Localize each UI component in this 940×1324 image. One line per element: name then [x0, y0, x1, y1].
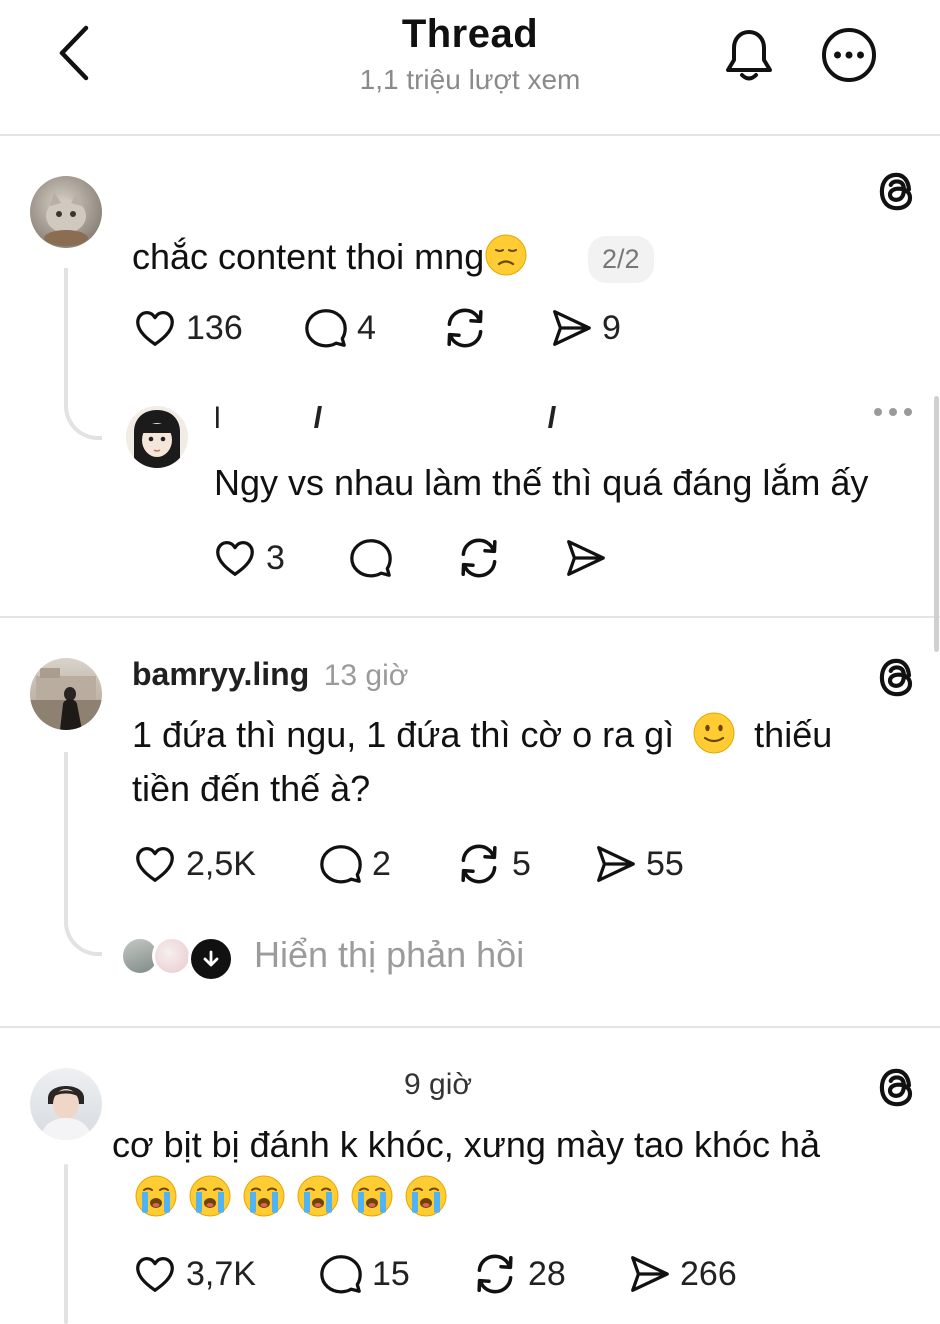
comment-button[interactable]: 2	[318, 838, 391, 890]
crying-face-emoji	[188, 1174, 232, 1218]
more-options-button[interactable]	[818, 26, 880, 88]
more-circle-icon	[822, 28, 876, 82]
threads-logo-icon[interactable]	[872, 652, 922, 702]
threads-logo-icon[interactable]	[872, 1062, 922, 1112]
username[interactable]: bamryy.ling	[132, 656, 309, 692]
repost-button[interactable]	[454, 532, 504, 584]
avatar[interactable]	[30, 658, 102, 730]
comment-button[interactable]: 4	[303, 302, 376, 354]
page-badge: 2/2	[588, 236, 654, 283]
show-replies-link[interactable]: Hiển thị phản hồi	[254, 934, 524, 976]
page-title: Thread	[401, 12, 539, 56]
avatar[interactable]	[30, 176, 102, 248]
send-icon	[626, 1251, 672, 1297]
thread-connector	[64, 752, 102, 956]
like-count: 3	[266, 538, 285, 577]
header-divider	[0, 134, 940, 136]
repost-button[interactable]	[440, 302, 498, 354]
comment-button[interactable]	[348, 532, 394, 584]
heart-icon	[132, 841, 178, 887]
share-button[interactable]: 9	[548, 302, 621, 354]
thread-connector	[64, 1164, 68, 1324]
anime-avatar-image	[134, 410, 180, 468]
like-button[interactable]: 136	[132, 302, 243, 354]
post-text-line-1: cơ bịt bị đánh k khóc, xưng mày tao khóc…	[112, 1124, 821, 1165]
dot	[904, 408, 912, 416]
crying-face-emoji	[404, 1174, 448, 1218]
reply-avatars[interactable]	[120, 934, 260, 982]
like-count: 2,5K	[186, 844, 256, 883]
reply-more-button[interactable]	[874, 408, 912, 416]
person-avatar-image	[40, 1086, 92, 1140]
send-icon	[562, 535, 608, 581]
repost-count: 5	[512, 844, 531, 883]
notification-button[interactable]	[718, 24, 780, 86]
like-button[interactable]: 3	[212, 532, 285, 584]
comment-count: 2	[372, 844, 391, 883]
post-divider	[0, 1026, 940, 1028]
like-button[interactable]: 3,7K	[132, 1248, 256, 1300]
reply-username[interactable]: l	[214, 402, 221, 436]
dot	[889, 408, 897, 416]
emoji-row	[134, 1174, 448, 1218]
repost-icon	[454, 839, 504, 889]
comment-icon	[318, 841, 364, 887]
avatar[interactable]	[30, 1068, 102, 1140]
repost-button[interactable]: 28	[470, 1248, 566, 1300]
repost-button[interactable]: 5	[454, 838, 531, 890]
share-count: 9	[602, 308, 621, 347]
crying-face-emoji	[350, 1174, 394, 1218]
avatar	[152, 936, 192, 976]
like-count: 136	[186, 308, 243, 347]
person-avatar-image	[30, 668, 102, 730]
comment-count: 15	[372, 1254, 410, 1293]
share-button[interactable]: 55	[592, 838, 684, 890]
share-count: 55	[646, 844, 684, 883]
comment-icon	[303, 305, 349, 351]
share-count: 266	[680, 1254, 737, 1293]
post-divider	[0, 616, 940, 618]
repost-icon	[470, 1249, 520, 1299]
repost-count: 28	[528, 1254, 566, 1293]
comment-count: 4	[357, 308, 376, 347]
post-time: 13 giờ	[323, 659, 409, 692]
post-text-line-1: 1 đứa thì ngu, 1 đứa thì cờ o ra gì thiế…	[132, 708, 832, 762]
comment-icon	[348, 535, 394, 581]
crying-face-emoji	[296, 1174, 340, 1218]
threads-logo-icon[interactable]	[872, 166, 922, 216]
share-button[interactable]	[562, 532, 608, 584]
arrow-down-icon	[188, 936, 234, 982]
post-header: bamryy.ling 13 giờ	[132, 656, 408, 693]
avatar[interactable]	[126, 406, 188, 468]
repost-icon	[440, 303, 490, 353]
send-icon	[592, 841, 638, 887]
sad-face-emoji	[484, 233, 528, 277]
comment-icon	[318, 1251, 364, 1297]
post-text: chắc content thoi mng	[132, 230, 592, 284]
send-icon	[548, 305, 594, 351]
reply-text: Ngy vs nhau làm thế thì quá đáng lắm ấy	[214, 462, 869, 503]
thread-connector	[64, 268, 102, 440]
redacted-mark	[314, 406, 322, 428]
heart-icon	[132, 1251, 178, 1297]
comment-button[interactable]: 15	[318, 1248, 410, 1300]
redacted-mark	[548, 406, 556, 428]
like-button[interactable]: 2,5K	[132, 838, 256, 890]
share-button[interactable]: 266	[626, 1248, 737, 1300]
smiling-face-emoji	[692, 711, 736, 755]
scrollbar[interactable]	[934, 396, 939, 652]
view-count: 1,1 triệu lượt xem	[359, 64, 581, 95]
post-text-line-2: tiền đến thế à?	[132, 768, 371, 809]
heart-icon	[212, 535, 258, 581]
crying-face-emoji	[242, 1174, 286, 1218]
like-count: 3,7K	[186, 1254, 256, 1293]
repost-icon	[454, 533, 504, 583]
crying-face-emoji	[134, 1174, 178, 1218]
heart-icon	[132, 305, 178, 351]
dot	[874, 408, 882, 416]
post-time: 9 giờ	[404, 1068, 473, 1101]
bell-icon	[726, 30, 772, 81]
cat-avatar-image	[44, 192, 88, 246]
